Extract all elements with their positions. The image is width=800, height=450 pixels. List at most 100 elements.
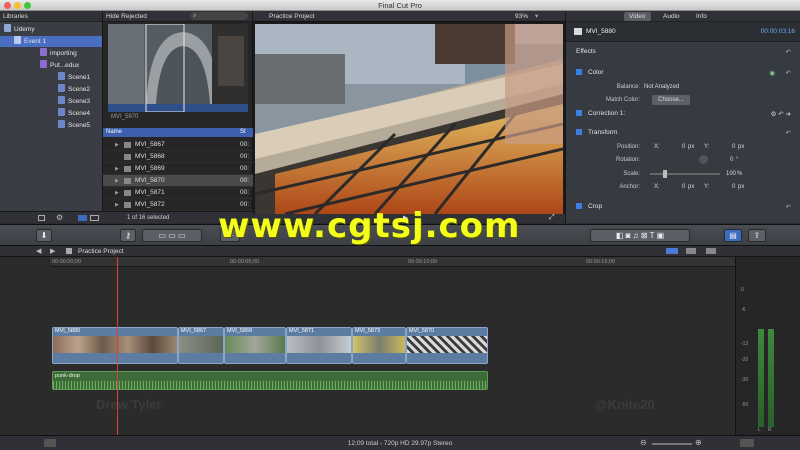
filter-popup[interactable]: Hide Rejected — [106, 13, 147, 20]
px-unit: px — [738, 184, 745, 190]
position-x-value[interactable]: 0 — [682, 144, 685, 150]
enable-checkbox[interactable] — [576, 129, 582, 135]
scale-value[interactable]: 100 — [726, 171, 736, 177]
disclosure-icon[interactable]: ▶ — [115, 139, 119, 151]
reset-icon[interactable]: ↶ — [786, 129, 791, 137]
library-udemy[interactable]: Udemy — [4, 24, 35, 35]
zoom-out-icon[interactable]: ⊖ — [640, 438, 647, 447]
search-field[interactable]: ⌕ — [190, 12, 248, 20]
view-options-icon[interactable]: ▾ — [535, 11, 538, 22]
timeline-clip[interactable]: MVI_5880 — [52, 327, 178, 364]
percent-unit: % — [737, 171, 743, 177]
audio-waveform — [53, 381, 487, 389]
balance-label: Balance: — [616, 84, 640, 90]
timeline-options-icon[interactable] — [666, 248, 726, 254]
clip-appearance-icon[interactable] — [740, 439, 754, 447]
clip-row[interactable]: ▶ MVI_5867 00: — [103, 139, 253, 151]
color-board-icon[interactable]: ◉ — [769, 69, 775, 77]
meter-scale-label: -30 — [741, 377, 749, 383]
keyword-scene2[interactable]: Scene2 — [58, 84, 90, 95]
degree-unit: ° — [736, 157, 739, 163]
clip-filmstrip — [407, 336, 487, 353]
crop-section: Crop ↶ — [566, 203, 800, 211]
correction-section: Correction 1: ⚙ ↶ ➜ — [566, 110, 800, 118]
import-button[interactable]: ⬇ — [36, 229, 52, 242]
timeline[interactable]: 00:00:00;00 00:00:05;00 00:00:10;00 00:0… — [0, 257, 735, 435]
inspector-toggle-button[interactable]: ▤ — [724, 229, 742, 242]
enable-checkbox[interactable] — [576, 110, 582, 116]
scale-slider[interactable] — [650, 170, 720, 178]
timeline-clip[interactable]: MVI_5869 — [224, 327, 286, 364]
disclosure-icon[interactable]: ▶ — [115, 163, 119, 175]
position-y-value[interactable]: 0 — [732, 144, 735, 150]
share-button[interactable]: ⇪ — [748, 229, 766, 242]
clip-row[interactable]: ▶ MVI_5869 00: — [103, 163, 253, 175]
browser-header: Hide Rejected ⌕ — [103, 11, 252, 22]
event-importing[interactable]: importing — [40, 48, 77, 59]
px-unit: px — [738, 144, 745, 150]
clip-row[interactable]: ▶ MVI_5871 00: — [103, 187, 253, 199]
timeline-clip[interactable]: MVI_5867 — [178, 327, 224, 364]
timeline-clip[interactable]: MVI_5873 — [352, 327, 406, 364]
keyword-scene4[interactable]: Scene4 — [58, 108, 90, 119]
clip-row[interactable]: MVI_5868 00: — [103, 151, 253, 163]
event-star-icon — [14, 36, 21, 44]
disclosure-icon[interactable]: ▶ — [115, 199, 119, 211]
keyword-scene5[interactable]: Scene5 — [58, 120, 90, 131]
effects-section: Effects ↶ — [576, 48, 791, 56]
clip-icon — [124, 166, 131, 172]
scale-slider-handle[interactable] — [663, 170, 667, 178]
video-frame[interactable] — [255, 24, 563, 214]
keyword-scene3[interactable]: Scene3 — [58, 96, 90, 107]
disclosure-icon[interactable]: ▶ — [115, 187, 119, 199]
browsers-buttons[interactable]: ◧ ◙ ♫ ⊠ T ▣ — [590, 229, 690, 242]
clip-filmstrip — [179, 336, 223, 353]
inspector-timecode: 00:00:03;16 — [760, 28, 795, 35]
timeline-clip[interactable]: MVI_5871 — [286, 327, 352, 364]
tab-audio[interactable]: Audio — [658, 12, 685, 21]
meter-left-channel — [758, 329, 764, 427]
library-toggle-icon[interactable] — [38, 215, 45, 221]
balance-value: Not Analyzed — [644, 84, 680, 90]
grid-view-icon[interactable] — [90, 215, 99, 221]
enable-checkbox[interactable] — [576, 69, 582, 75]
tab-video[interactable]: Video — [624, 12, 651, 21]
forward-arrow-icon[interactable]: ▶ — [50, 247, 55, 255]
edit-buttons[interactable]: ▭ ▭ ▭ — [142, 229, 202, 242]
gear-icon[interactable]: ⚙ — [56, 213, 63, 222]
anchor-x-value[interactable]: 0 — [682, 184, 685, 190]
column-start[interactable]: St — [240, 128, 246, 137]
status-bar: 12;09 total - 720p HD 29.97p Stereo ⊖ ⊕ — [0, 435, 800, 450]
choose-button[interactable]: Choose... — [652, 95, 690, 105]
timeline-clip[interactable]: MVI_5870 — [406, 327, 488, 364]
tab-info[interactable]: Info — [691, 12, 712, 21]
timeline-ruler[interactable]: 00:00:00;00 00:00:05;00 00:00:10;00 00:0… — [50, 257, 735, 267]
event-put-edux[interactable]: Put...edux — [40, 60, 79, 71]
reset-icon[interactable]: ↶ — [786, 69, 791, 77]
disclosure-icon[interactable]: ▶ — [115, 175, 119, 187]
meter-scale-label: 0 — [741, 287, 744, 293]
rotation-value[interactable]: 0 — [730, 157, 733, 163]
column-name[interactable]: Name — [106, 128, 122, 137]
px-unit: px — [688, 184, 695, 190]
zoom-level[interactable]: 93% — [515, 11, 528, 22]
meter-left-label: L — [758, 427, 761, 433]
rotation-knob[interactable] — [699, 155, 708, 164]
match-color-label: Match Color: — [605, 97, 640, 103]
color-tools-icon[interactable]: ⚙ ↶ ➜ — [771, 110, 791, 118]
enable-checkbox[interactable] — [576, 203, 582, 209]
rotation-label: Rotation: — [615, 157, 640, 163]
keyword-scene1[interactable]: Scene1 — [58, 72, 90, 83]
back-arrow-icon[interactable]: ◀ — [36, 247, 41, 255]
list-view-icon[interactable] — [78, 215, 87, 221]
reset-icon[interactable]: ↶ — [786, 203, 791, 211]
reset-icon[interactable]: ↶ — [786, 48, 791, 56]
event-1[interactable]: Event 1 — [0, 36, 102, 47]
fullscreen-icon[interactable]: ⤢ — [549, 214, 555, 222]
keyword-button[interactable]: ⚷ — [120, 229, 136, 242]
anchor-y-value[interactable]: 0 — [732, 184, 735, 190]
filmstrip-thumbnail[interactable] — [108, 24, 248, 112]
zoom-in-icon[interactable]: ⊕ — [695, 438, 702, 447]
timeline-zoom-slider[interactable] — [652, 443, 692, 445]
clip-row-selected[interactable]: ▶ MVI_5870 00: — [103, 175, 253, 187]
